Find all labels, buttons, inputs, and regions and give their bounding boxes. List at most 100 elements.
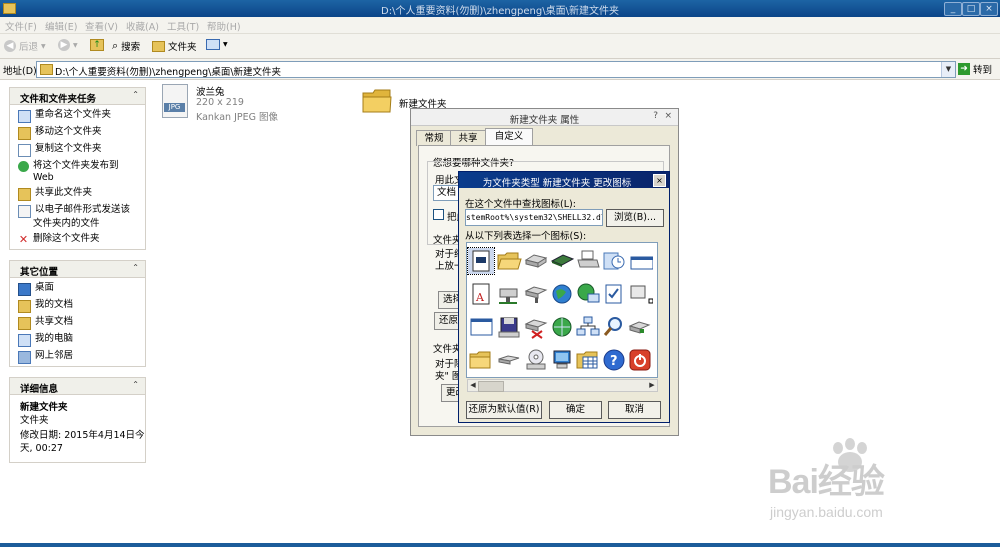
scroll-left-icon[interactable]: ◀ (468, 380, 478, 391)
menu-view[interactable]: 查看(V) (85, 19, 118, 33)
hard-drive-icon[interactable] (523, 248, 549, 274)
browse-button[interactable]: 浏览(B)... (606, 209, 664, 227)
place-desktop[interactable]: 桌面 (18, 282, 145, 296)
task-email[interactable]: 以电子邮件形式发送该 (18, 204, 145, 218)
select-icon-label: 从以下列表选择一个图标(S): (465, 231, 587, 242)
blank-window-icon[interactable] (468, 314, 494, 340)
close-button[interactable]: × (653, 174, 666, 187)
restore-default-button[interactable]: 还原为默认值(R) (466, 401, 542, 419)
help-button[interactable]: ? (653, 111, 658, 121)
network-computers-icon[interactable] (575, 314, 601, 340)
task-delete[interactable]: ✕ 删除这个文件夹 (18, 233, 145, 245)
closed-folder-icon[interactable] (468, 347, 494, 373)
forward-button[interactable]: ▶ ▼ (58, 39, 78, 51)
place-shared-documents[interactable]: 共享文档 (18, 316, 145, 330)
details-panel-header[interactable]: 详细信息 ⌃ (10, 378, 145, 395)
cd-drive-icon[interactable] (523, 347, 549, 373)
window-icon[interactable] (627, 248, 654, 274)
close-button[interactable]: × (664, 111, 672, 121)
tab-general[interactable]: 常规 (416, 130, 452, 146)
task-rename[interactable]: 重命名这个文件夹 (18, 109, 145, 123)
folders-button[interactable]: 文件夹 (152, 39, 197, 53)
place-my-documents[interactable]: 我的文档 (18, 299, 145, 313)
icon-file-path-input[interactable]: stemRoot%\system32\SHELL32.dll (465, 209, 603, 226)
network-drive-icon[interactable] (496, 281, 522, 307)
file-name: 波兰兔 (196, 87, 225, 98)
disconnected-drive-icon[interactable] (523, 314, 549, 340)
places-panel-header[interactable]: 其它位置 ⌃ (10, 261, 145, 278)
task-move[interactable]: 移动这个文件夹 (18, 126, 145, 140)
my-computer-icon[interactable] (549, 347, 575, 373)
task-email-cont[interactable]: 文件夹内的文件 (18, 218, 145, 230)
up-folder-icon: ↑ (90, 39, 104, 51)
desktop-icon (18, 283, 31, 296)
task-publish-web[interactable]: Web (18, 172, 145, 184)
ok-button[interactable]: 确定 (549, 401, 602, 419)
disk-drive-icon[interactable] (496, 347, 522, 373)
folders-label: 文件夹 (168, 42, 197, 53)
place-my-computer[interactable]: 我的电脑 (18, 333, 145, 347)
file-item-jpg[interactable]: JPG 波兰兔 220 x 219 Kankan JPEG 图像 (160, 84, 320, 124)
cancel-button[interactable]: 取消 (608, 401, 661, 419)
properties-title-bar: 新建文件夹 属性 ? × (411, 109, 678, 126)
baidu-watermark: Bai经验 jingyan.baidu.com (768, 432, 998, 532)
tab-customize[interactable]: 自定义 (485, 128, 533, 146)
up-folder-button[interactable]: ↑ (90, 39, 104, 51)
globe-icon[interactable] (549, 281, 575, 307)
clock-settings-icon[interactable] (601, 248, 627, 274)
share-icon (18, 188, 31, 201)
menu-help[interactable]: 帮助(H) (207, 19, 241, 33)
place-network[interactable]: 网上邻居 (18, 350, 145, 364)
open-folder-icon[interactable] (496, 248, 522, 274)
scroll-right-icon[interactable]: ▶ (647, 380, 657, 391)
font-file-icon[interactable]: A (468, 281, 494, 307)
shortcut-arrow-icon[interactable] (627, 281, 654, 307)
checklist-icon[interactable] (601, 281, 627, 307)
address-input[interactable]: D:\个人重要资料(勿删)\zhengpeng\桌面\新建文件夹 ▼ (36, 61, 956, 78)
jpg-file-icon: JPG (162, 84, 188, 118)
copy-icon (18, 144, 31, 157)
folder-icon (362, 89, 392, 113)
chevron-down-icon: ▼ (223, 41, 228, 48)
go-button[interactable]: ➜ 转到 (958, 62, 992, 76)
menu-favorites[interactable]: 收藏(A) (126, 19, 159, 33)
control-panel-icon[interactable] (575, 347, 601, 373)
scrollbar-thumb[interactable] (478, 381, 504, 392)
close-button[interactable]: × (980, 2, 998, 16)
minimize-button[interactable]: _ (944, 2, 962, 16)
search-icon[interactable] (601, 314, 627, 340)
details-panel-title: 详细信息 (20, 384, 59, 395)
removable-drive-icon[interactable] (627, 314, 653, 340)
apply-template-checkbox[interactable] (433, 209, 444, 220)
tasks-panel-header[interactable]: 文件和文件夹任务 ⌃ (10, 88, 145, 105)
look-in-file-label: 在这个文件中查找图标(L): (465, 199, 576, 210)
views-icon (206, 39, 220, 50)
forward-arrow-icon: ▶ (58, 39, 70, 51)
horizontal-scrollbar[interactable]: ◀ ▶ (467, 379, 658, 392)
views-button[interactable]: ▼ (206, 39, 228, 50)
svg-text:?: ? (610, 354, 618, 369)
maximize-button[interactable]: □ (962, 2, 980, 16)
network-globe-icon[interactable] (575, 281, 601, 307)
address-path: D:\个人重要资料(勿删)\zhengpeng\桌面\新建文件夹 (55, 67, 282, 78)
printer-icon[interactable] (575, 248, 601, 274)
icon-list[interactable]: A ? (466, 242, 658, 378)
memory-chip-icon[interactable] (549, 248, 575, 274)
file-dimensions: 220 x 219 (196, 97, 244, 108)
floppy-disk-icon[interactable] (496, 314, 522, 340)
menu-tools[interactable]: 工具(T) (167, 19, 199, 33)
shared-drive-icon[interactable] (523, 281, 549, 307)
help-icon[interactable]: ? (601, 347, 627, 373)
tab-sharing[interactable]: 共享 (450, 130, 486, 146)
internet-globe-icon[interactable] (549, 314, 575, 340)
task-publish[interactable]: 将这个文件夹发布到 (18, 160, 145, 172)
menu-edit[interactable]: 编辑(E) (45, 19, 77, 33)
blank-document-icon[interactable] (467, 247, 495, 275)
search-button[interactable]: ⌕ 搜索 (112, 39, 140, 53)
task-copy[interactable]: 复制这个文件夹 (18, 143, 145, 157)
task-share[interactable]: 共享此文件夹 (18, 187, 145, 201)
address-dropdown-button[interactable]: ▼ (941, 62, 955, 77)
menu-file[interactable]: 文件(F) (5, 19, 37, 33)
power-icon[interactable] (627, 347, 653, 373)
back-button[interactable]: ◀ 后退 ▼ (4, 39, 46, 53)
